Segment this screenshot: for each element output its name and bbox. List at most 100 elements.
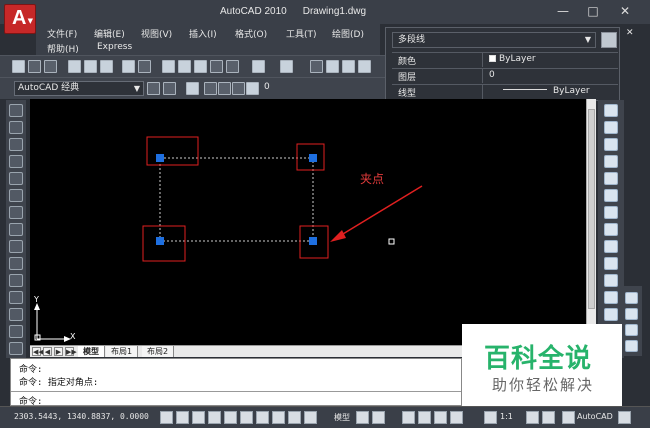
lightbulb-icon[interactable] xyxy=(204,82,217,95)
3d-dwf-icon[interactable] xyxy=(122,60,135,73)
sun-icon[interactable] xyxy=(218,82,231,95)
grid-display-icon[interactable] xyxy=(176,411,189,424)
drawing-canvas[interactable]: Y X xyxy=(30,99,586,345)
polyline-icon[interactable] xyxy=(9,138,23,151)
menu-insert[interactable]: 插入(I) xyxy=(189,27,217,40)
workspace-settings-icon[interactable] xyxy=(147,82,160,95)
object-snap-tracking-icon[interactable] xyxy=(240,411,253,424)
property-row-linetype[interactable]: 线型 ByLayer xyxy=(392,84,618,99)
annotation-scale-icon[interactable] xyxy=(484,411,497,424)
layer-manager-icon[interactable] xyxy=(186,82,199,95)
line-icon[interactable] xyxy=(9,104,23,117)
revision-cloud-icon[interactable] xyxy=(9,223,23,236)
minimize-button[interactable]: — xyxy=(552,3,574,19)
etransmit-icon[interactable] xyxy=(138,60,151,73)
grip-top-right[interactable] xyxy=(309,154,317,162)
mirror-icon[interactable] xyxy=(604,138,618,151)
grip-top-left[interactable] xyxy=(156,154,164,162)
application-menu-button[interactable]: A ▼ xyxy=(4,4,36,34)
spline-icon[interactable] xyxy=(9,240,23,253)
layer-color-icon[interactable] xyxy=(246,82,259,95)
move-icon[interactable] xyxy=(604,189,618,202)
menu-help[interactable]: 帮助(H) xyxy=(47,42,79,55)
ortho-mode-icon[interactable] xyxy=(192,411,205,424)
polygon-icon[interactable] xyxy=(9,155,23,168)
send-under-icon[interactable] xyxy=(625,340,638,352)
polar-tracking-icon[interactable] xyxy=(208,411,221,424)
join-icon[interactable] xyxy=(604,308,618,321)
undo-icon[interactable] xyxy=(252,60,265,73)
rectangle-icon[interactable] xyxy=(9,172,23,185)
snap-mode-icon[interactable] xyxy=(160,411,173,424)
stretch-icon[interactable] xyxy=(604,240,618,253)
zoom-window-icon[interactable] xyxy=(342,60,355,73)
first-tab-icon[interactable]: ◀◀ xyxy=(32,347,44,356)
clean-screen-icon[interactable] xyxy=(618,411,631,424)
object-type-dropdown[interactable]: 多段线 ▼ xyxy=(392,32,596,48)
erase-icon[interactable] xyxy=(604,104,618,117)
vertical-scrollbar[interactable] xyxy=(586,99,596,345)
ellipse-arc-icon[interactable] xyxy=(9,274,23,287)
lineweight-icon[interactable] xyxy=(288,411,301,424)
construction-line-icon[interactable] xyxy=(9,121,23,134)
selected-rectangle[interactable] xyxy=(159,157,314,242)
quick-properties-icon[interactable] xyxy=(304,411,317,424)
object-snap-icon[interactable] xyxy=(224,411,237,424)
tab-layout1[interactable]: 布局1 xyxy=(106,346,139,357)
tab-model[interactable]: 模型 xyxy=(78,346,105,357)
dynamic-ucs-icon[interactable] xyxy=(256,411,269,424)
copy-icon[interactable] xyxy=(178,60,191,73)
model-space-button[interactable]: 模型 xyxy=(334,412,350,423)
quick-view-drawings-icon[interactable] xyxy=(372,411,385,424)
save-icon[interactable] xyxy=(44,60,57,73)
property-row-layer[interactable]: 图层 0 xyxy=(392,68,618,83)
showmotion-icon[interactable] xyxy=(450,411,463,424)
annotation-visibility-icon[interactable] xyxy=(526,411,539,424)
cut-icon[interactable] xyxy=(162,60,175,73)
menu-draw[interactable]: 绘图(D) xyxy=(332,27,364,40)
send-to-back-icon[interactable] xyxy=(625,308,638,320)
zoom-status-icon[interactable] xyxy=(418,411,431,424)
print-preview-icon[interactable] xyxy=(84,60,97,73)
hatch-icon[interactable] xyxy=(9,342,23,355)
menu-edit[interactable]: 编辑(E) xyxy=(94,27,125,40)
copy-object-icon[interactable] xyxy=(604,121,618,134)
array-icon[interactable] xyxy=(604,172,618,185)
arc-icon[interactable] xyxy=(9,189,23,202)
pan-status-icon[interactable] xyxy=(402,411,415,424)
scrollbar-thumb[interactable] xyxy=(588,109,595,309)
lock-icon[interactable] xyxy=(232,82,245,95)
open-icon[interactable] xyxy=(28,60,41,73)
property-row-color[interactable]: 颜色 ByLayer xyxy=(392,52,618,67)
extend-icon[interactable] xyxy=(604,274,618,287)
next-tab-icon[interactable]: ▶ xyxy=(54,347,63,356)
make-block-icon[interactable] xyxy=(9,308,23,321)
grip-bottom-right[interactable] xyxy=(309,237,317,245)
workspace-switch-label[interactable]: AutoCAD xyxy=(577,412,613,421)
bring-to-front-icon[interactable] xyxy=(625,292,638,304)
publish-icon[interactable] xyxy=(100,60,113,73)
new-icon[interactable] xyxy=(12,60,25,73)
rotate-icon[interactable] xyxy=(604,206,618,219)
tab-layout2[interactable]: 布局2 xyxy=(142,346,175,357)
annotation-scale-value[interactable]: 1:1 xyxy=(500,412,513,421)
maximize-button[interactable]: □ xyxy=(582,3,604,19)
scale-icon[interactable] xyxy=(604,223,618,236)
command-window[interactable]: 命令: 命令: 指定对角点: 命令: xyxy=(10,358,462,407)
quick-view-layouts-icon[interactable] xyxy=(356,411,369,424)
circle-icon[interactable] xyxy=(9,206,23,219)
trim-icon[interactable] xyxy=(604,257,618,270)
match-properties-icon[interactable] xyxy=(210,60,223,73)
print-icon[interactable] xyxy=(68,60,81,73)
workspace-switch-icon[interactable] xyxy=(562,411,575,424)
layer-name[interactable]: 0 xyxy=(264,82,270,92)
previous-tab-icon[interactable]: ◀ xyxy=(43,347,52,356)
menu-file[interactable]: 文件(F) xyxy=(47,27,77,40)
zoom-previous-icon[interactable] xyxy=(358,60,371,73)
redo-icon[interactable] xyxy=(280,60,293,73)
zoom-realtime-icon[interactable] xyxy=(326,60,339,73)
break-icon[interactable] xyxy=(604,291,618,304)
dynamic-input-icon[interactable] xyxy=(272,411,285,424)
bring-above-icon[interactable] xyxy=(625,324,638,336)
point-icon[interactable] xyxy=(9,325,23,338)
